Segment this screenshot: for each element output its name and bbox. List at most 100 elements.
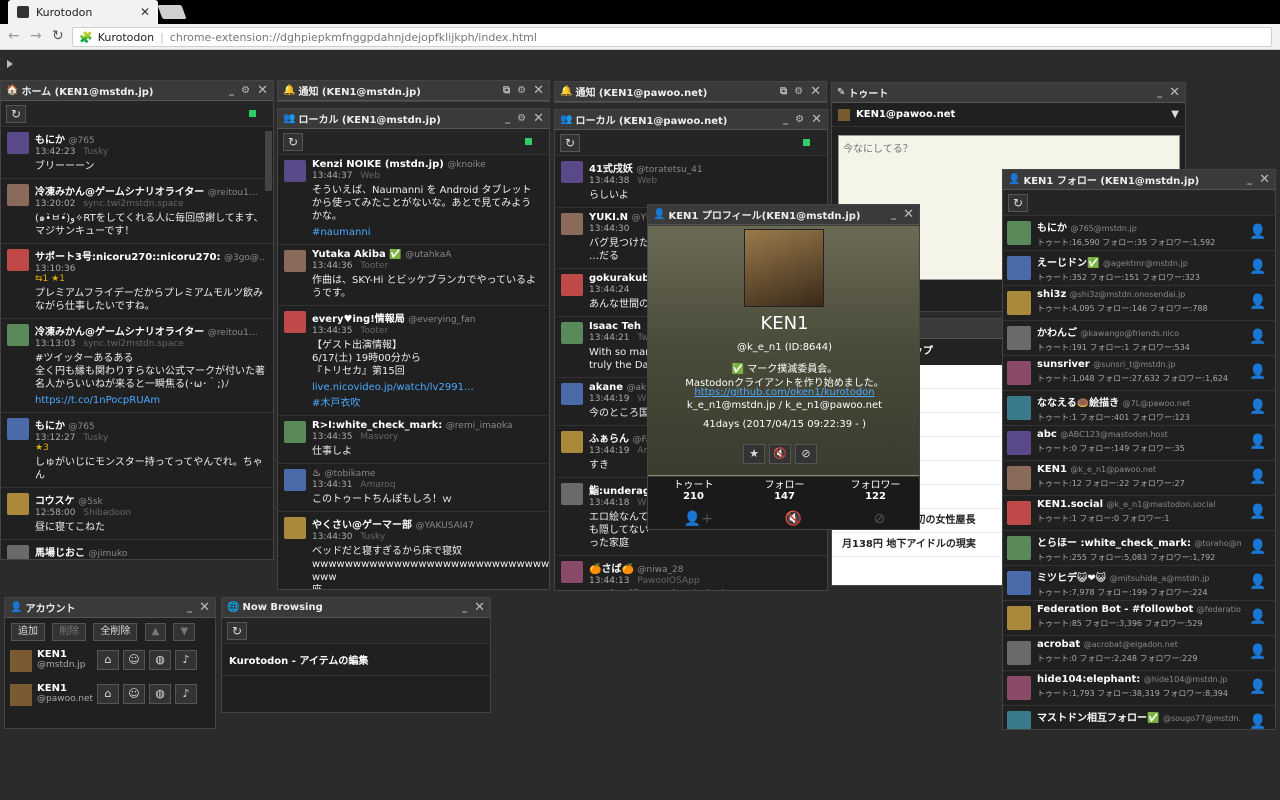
avatar[interactable] xyxy=(561,431,583,453)
account-selector[interactable]: KEN1@pawoo.net ▼ xyxy=(832,103,1185,127)
follow-item[interactable]: ミツヒデ😺❤😺 @mitsuhide_a@mstdn.jp トゥート:7,978 … xyxy=(1003,566,1275,601)
add-user-icon[interactable]: 👤 xyxy=(1249,329,1269,345)
toot-link[interactable]: https://t.co/1nPocpRUAm xyxy=(35,394,265,407)
toot-author[interactable]: コウスケ @5sk xyxy=(35,492,265,507)
follow-item[interactable]: hide104:elephant: @hide104@mstdn.jp トゥート:… xyxy=(1003,671,1275,706)
toot-author[interactable]: Kenzi NOIKE (mstdn.jp) @knoike xyxy=(312,159,541,170)
avatar[interactable] xyxy=(7,545,29,559)
avatar[interactable] xyxy=(1007,326,1031,350)
avatar[interactable] xyxy=(1007,606,1031,630)
settings-gear-icon[interactable]: ⚙ xyxy=(795,114,804,125)
toot-author[interactable]: ♨ @tobikame xyxy=(312,468,541,479)
trend-item[interactable]: 月138円 地下アイドルの現実 xyxy=(832,533,1010,557)
close-icon[interactable]: ✕ xyxy=(810,84,821,99)
avatar[interactable] xyxy=(284,311,306,333)
avatar[interactable] xyxy=(7,418,29,440)
toot-item[interactable]: やくさい@ゲーマー部 @YAKUSAI47 13:44:30 Tusky ベッドだと寝… xyxy=(278,512,549,589)
avatar[interactable] xyxy=(1007,396,1031,420)
toot-author[interactable]: もにか @765 xyxy=(35,417,265,432)
follow-item[interactable]: KEN1 @k_e_n1@pawoo.net トゥート:12 フォロー:22 フォ… xyxy=(1003,461,1275,496)
settings-gear-icon[interactable]: ⚙ xyxy=(794,86,803,97)
toot-item[interactable]: もにか @765 13:12:27 Tusky ★3 しゅがいじにモンスター持ってってや… xyxy=(1,413,273,488)
avatar[interactable] xyxy=(1007,221,1031,245)
avatar[interactable] xyxy=(561,322,583,344)
add-user-icon[interactable]: 👤 xyxy=(1249,399,1269,415)
add-user-icon[interactable]: 👤 xyxy=(1249,259,1269,275)
toot-link[interactable]: #naumanni xyxy=(312,226,541,239)
avatar[interactable] xyxy=(284,469,306,491)
avatar[interactable] xyxy=(1007,536,1031,560)
toot-author[interactable]: 冷凍みかん@ゲームシナリオライター @reitou1… xyxy=(35,323,265,338)
mute-icon[interactable]: 🔇 xyxy=(769,444,791,464)
move-up-icon[interactable]: ▲ xyxy=(144,623,167,641)
delete-account-button[interactable]: 削除 xyxy=(52,623,87,641)
stat-followers[interactable]: フォロワー 122 xyxy=(830,477,919,507)
follow-item[interactable]: とらほー :white_check_mark: @toraho@m… トゥート:2… xyxy=(1003,531,1275,566)
avatar[interactable] xyxy=(284,421,306,443)
follow-item[interactable]: かわんご @kawango@friends.nico トゥート:191 フォロー:… xyxy=(1003,321,1275,356)
follow-item[interactable]: KEN1.social @k_e_n1@mastodon.social トゥート:… xyxy=(1003,496,1275,531)
follow-user-icon[interactable]: 👤+ xyxy=(684,511,713,527)
account-item[interactable]: KEN1 @mstdn.jp ⌂ ☺ ◍ ♪ xyxy=(5,646,215,680)
follow-item[interactable]: acrobat @acrobat@elgadon.net トゥート:0 フォロー:… xyxy=(1003,636,1275,671)
close-icon[interactable]: ✕ xyxy=(903,207,914,222)
toot-author[interactable]: 馬場じおこ @jimuko xyxy=(35,544,265,559)
close-icon[interactable]: ✕ xyxy=(1259,172,1270,187)
bell-icon[interactable]: ♪ xyxy=(175,684,197,704)
add-user-icon[interactable]: 👤 xyxy=(1249,714,1269,729)
avatar[interactable] xyxy=(561,561,583,583)
toot-item[interactable]: もにか @765 13:42:23 Tusky ブリーーーン xyxy=(1,127,273,179)
browsing-item[interactable]: Kurotodon - アイテムの編集 xyxy=(222,644,490,676)
hide-eye-icon[interactable]: ⊘ xyxy=(795,444,817,464)
follow-item[interactable]: えーじドン✅ @agektmr@mstdn.jp トゥート:352 フォロー:15… xyxy=(1003,251,1275,286)
minimize-icon[interactable]: _ xyxy=(783,114,788,125)
bell-icon[interactable]: ♪ xyxy=(175,650,197,670)
follow-item[interactable]: ななえる🍩絵描き @7L@pawoo.net トゥート:1 フォロー:401 フォ… xyxy=(1003,391,1275,426)
favorite-star-icon[interactable]: ★ xyxy=(743,444,765,464)
avatar[interactable] xyxy=(7,132,29,154)
mute-icon[interactable]: 🔇 xyxy=(784,511,801,527)
add-user-icon[interactable]: 👤 xyxy=(1249,644,1269,660)
move-down-icon[interactable]: ▼ xyxy=(173,623,196,641)
avatar[interactable] xyxy=(561,383,583,405)
toot-item[interactable]: コウスケ @5sk 12:58:00 Shibadoon 昼に寝てこねた xyxy=(1,488,273,540)
close-icon[interactable]: ✕ xyxy=(533,83,544,98)
block-eye-icon[interactable]: ⊘ xyxy=(873,511,885,527)
toot-link[interactable]: live.nicovideo.jp/watch/lv2991… xyxy=(312,381,541,394)
minimize-icon[interactable]: _ xyxy=(1247,174,1252,185)
avatar[interactable] xyxy=(284,160,306,182)
follow-item[interactable]: abc @ABC123@mastodon.host トゥート:0 フォロー:149… xyxy=(1003,426,1275,461)
minimize-icon[interactable]: _ xyxy=(1157,87,1162,98)
avatar[interactable] xyxy=(561,213,583,235)
toot-item[interactable]: Yutaka Akiba ✅ @utahkaA 13:44:36 Tooter 作曲は… xyxy=(278,245,549,306)
reload-button[interactable]: ↻ xyxy=(560,133,580,152)
follow-item[interactable]: sunsriver @sunsri_t@mstdn.jp トゥート:1,048 フ… xyxy=(1003,356,1275,391)
popout-icon[interactable]: ⧉ xyxy=(780,86,787,97)
close-icon[interactable]: ✕ xyxy=(1169,85,1180,100)
toot-item[interactable]: ♨ @tobikame 13:44:31 Amaroq このトゥートちんぽもしろ！ｗ xyxy=(278,464,549,512)
profile-link[interactable]: https://github.com/oken1/kurotodon xyxy=(648,387,919,398)
follow-item[interactable]: もにか @765@mstdn.jp トゥート:16,590 フォロー:35 フォロ… xyxy=(1003,216,1275,251)
avatar[interactable] xyxy=(284,250,306,272)
avatar[interactable] xyxy=(1007,291,1031,315)
toot-author[interactable]: 冷凍みかん@ゲームシナリオライター @reitou1… xyxy=(35,183,265,198)
toot-author[interactable]: もにか @765 xyxy=(35,131,265,146)
address-bar[interactable]: 🧩 Kurotodon | chrome-extension://dghpiep… xyxy=(72,27,1272,47)
toot-author[interactable]: サポート3号:nicoru270::nicoru270: @3go@… xyxy=(35,248,265,263)
stat-toots[interactable]: トゥート 210 xyxy=(648,477,739,507)
scrollbar-thumb[interactable] xyxy=(265,131,272,191)
globe-icon[interactable]: ◍ xyxy=(149,684,171,704)
avatar[interactable] xyxy=(561,161,583,183)
add-user-icon[interactable]: 👤 xyxy=(1249,224,1269,240)
home-icon[interactable]: ⌂ xyxy=(97,684,119,704)
minimize-icon[interactable]: _ xyxy=(505,113,510,124)
avatar[interactable] xyxy=(1007,641,1031,665)
reload-icon[interactable]: ↻ xyxy=(52,28,64,44)
account-item[interactable]: KEN1 @pawoo.net ⌂ ☺ ◍ ♪ xyxy=(5,680,215,714)
settings-gear-icon[interactable]: ⚙ xyxy=(517,85,526,96)
add-user-icon[interactable]: 👤 xyxy=(1249,609,1269,625)
toot-item[interactable]: 冷凍みかん@ゲームシナリオライター @reitou1… 13:13:03 sync.… xyxy=(1,319,273,413)
globe-icon[interactable]: ◍ xyxy=(149,650,171,670)
reload-button[interactable]: ↻ xyxy=(6,104,26,123)
avatar[interactable] xyxy=(1007,711,1031,729)
